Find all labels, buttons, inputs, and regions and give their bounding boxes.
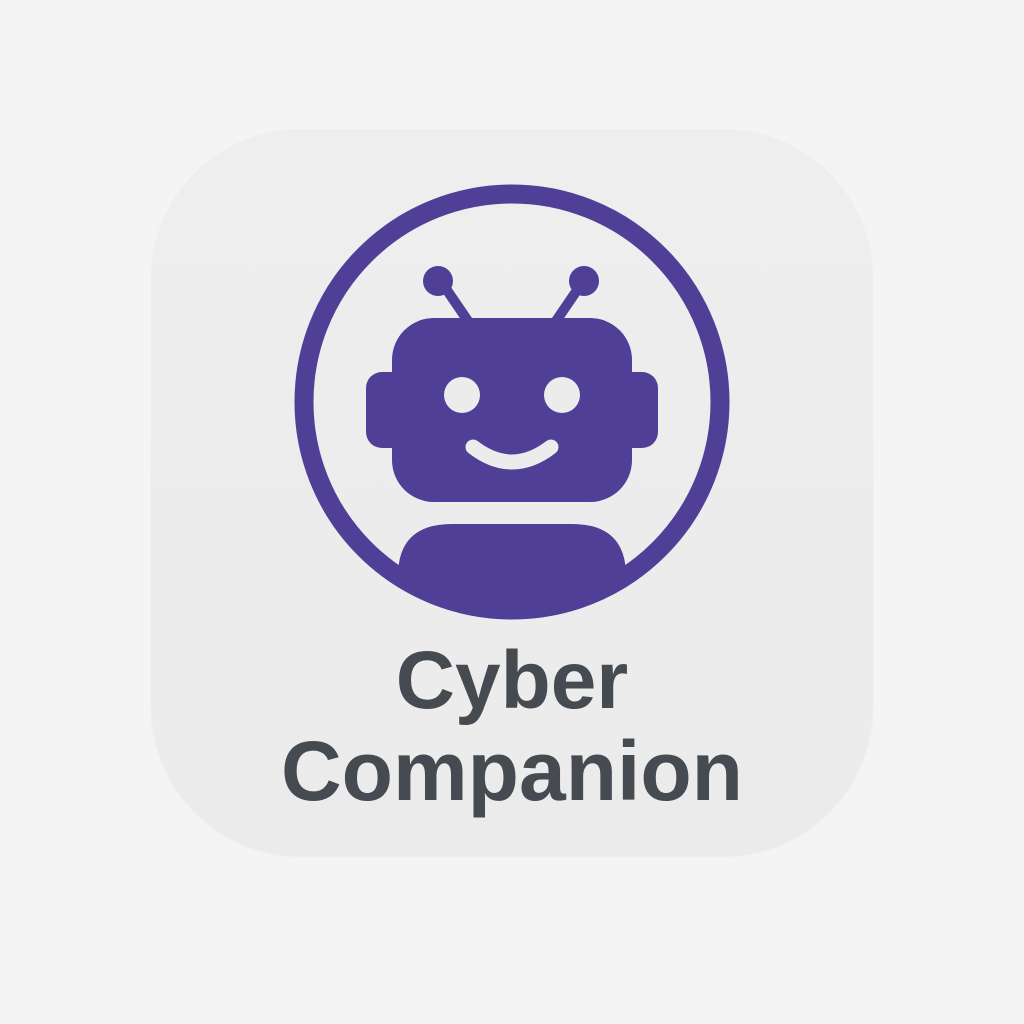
robot-avatar-icon — [294, 184, 730, 620]
app-icon-canvas: Cyber Companion — [0, 0, 1024, 1024]
app-name-line-1: Cyber — [395, 635, 629, 726]
antenna-icon — [423, 266, 599, 326]
app-name-line-2: Companion — [281, 724, 743, 818]
robot-head — [392, 318, 632, 502]
robot-eye-right — [544, 377, 580, 413]
robot-eye-left — [444, 377, 480, 413]
